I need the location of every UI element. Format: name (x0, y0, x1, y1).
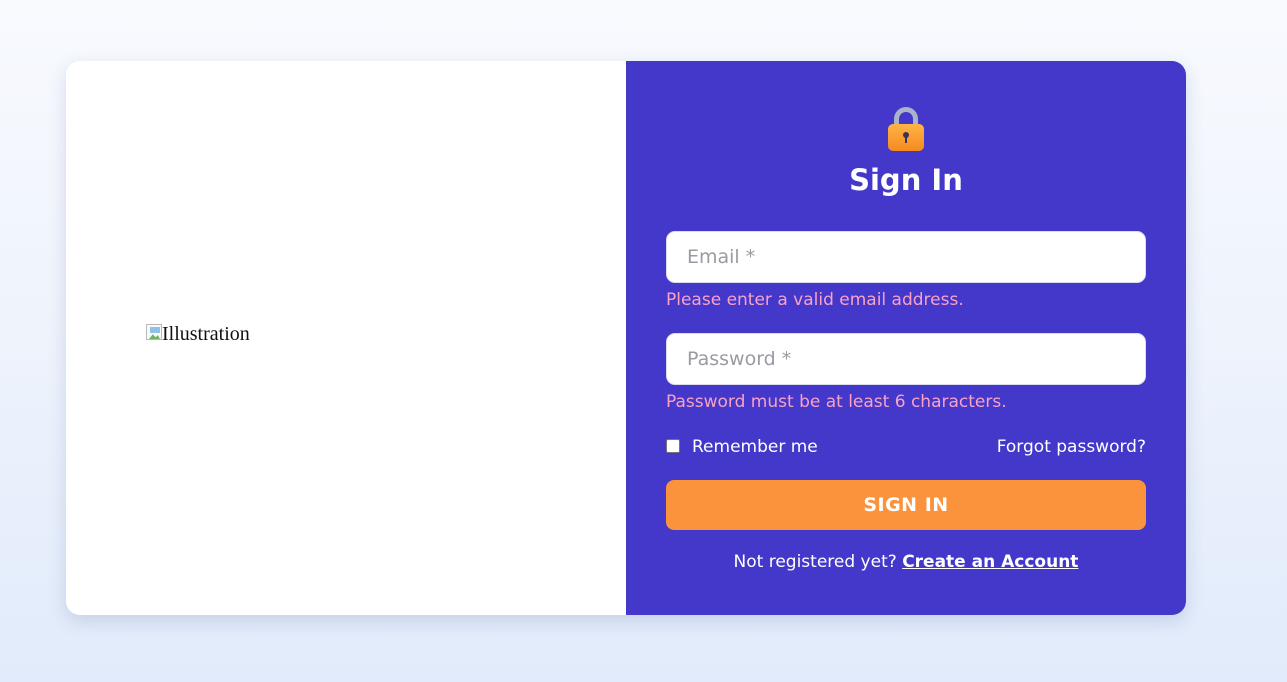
register-prompt: Not registered yet? Create an Account (626, 552, 1186, 572)
broken-image-icon (146, 324, 162, 340)
illustration-alt-text: Illustration (162, 323, 250, 345)
login-card: Illustration Sign In Please enter a vali… (66, 61, 1186, 615)
lock-icon (886, 105, 926, 153)
email-field[interactable] (666, 231, 1146, 283)
password-field[interactable] (666, 333, 1146, 385)
forgot-password-link[interactable]: Forgot password? (997, 437, 1146, 457)
remember-me[interactable]: Remember me (666, 437, 818, 457)
illustration-pane: Illustration (66, 61, 626, 615)
email-error-message: Please enter a valid email address. (666, 290, 964, 310)
register-prompt-text: Not registered yet? (733, 552, 897, 572)
page-title: Sign In (849, 163, 963, 197)
sign-in-button[interactable]: SIGN IN (666, 480, 1146, 530)
create-account-link[interactable]: Create an Account (902, 552, 1078, 572)
remember-me-checkbox[interactable] (666, 438, 680, 453)
password-error-message: Password must be at least 6 characters. (666, 392, 1007, 412)
illustration-image: Illustration (146, 323, 250, 346)
remember-me-label: Remember me (692, 437, 818, 457)
signin-panel: Sign In Please enter a valid email addre… (626, 61, 1186, 615)
